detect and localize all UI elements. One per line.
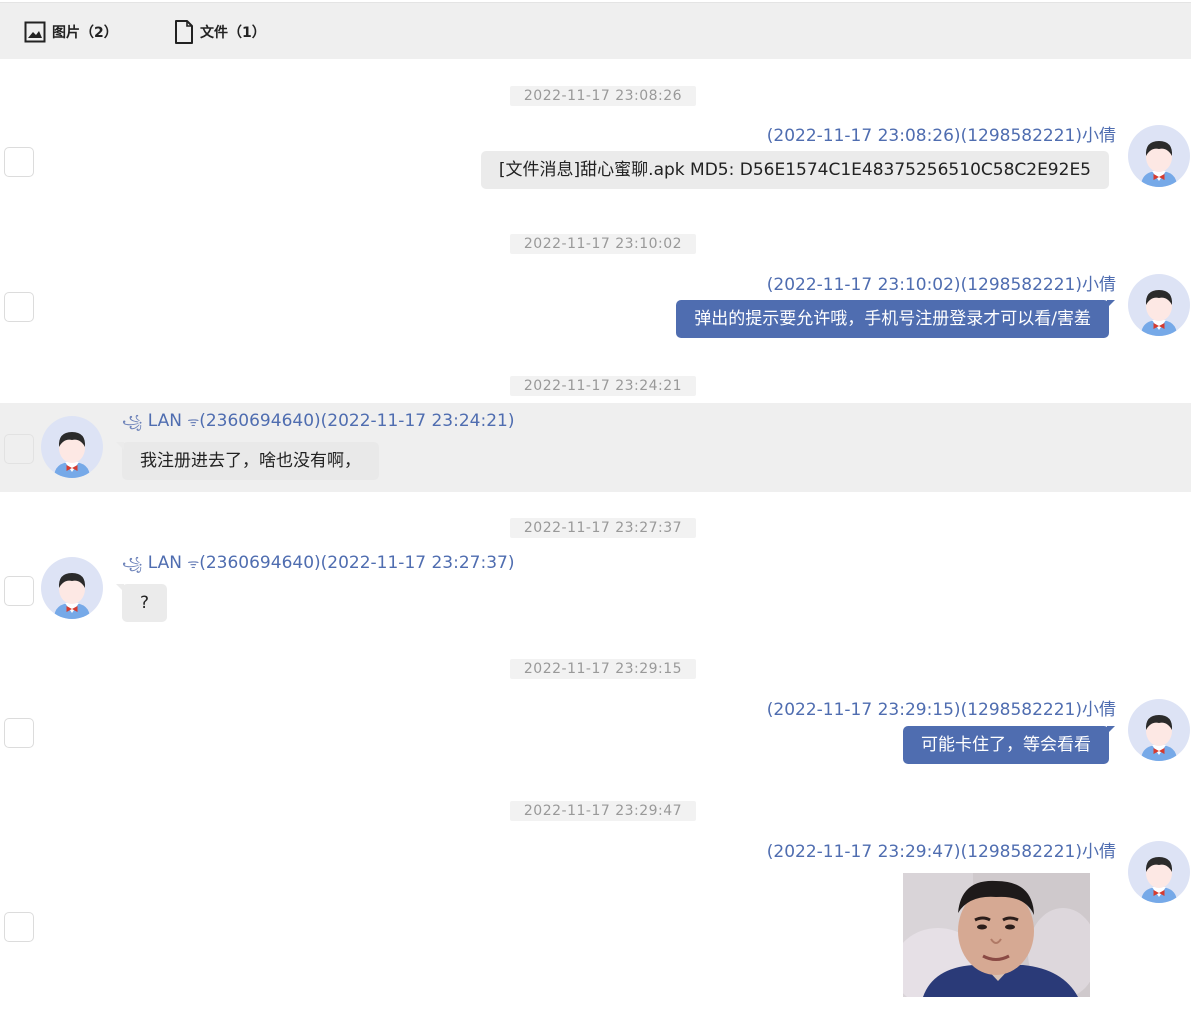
avatar-icon: [54, 573, 90, 619]
avatar[interactable]: [1128, 274, 1190, 336]
image-icon: [24, 21, 46, 42]
images-tab-button[interactable]: 图片（2）: [24, 3, 118, 60]
images-tab-label: 图片（2）: [52, 24, 118, 41]
message-select-checkbox[interactable]: [4, 292, 34, 322]
avatar[interactable]: [1128, 841, 1190, 903]
message-sender-info: (2022-11-17 23:10:02)(1298582221)小倩: [766, 275, 1116, 295]
avatar[interactable]: [41, 416, 103, 478]
message-timestamp: 2022-11-17 23:24:21: [510, 376, 696, 396]
message-timestamp: 2022-11-17 23:27:37: [510, 518, 696, 538]
file-icon: [175, 19, 193, 44]
message-select-checkbox[interactable]: [4, 434, 34, 464]
avatar[interactable]: [41, 557, 103, 619]
message-sender-info: (2022-11-17 23:08:26)(1298582221)小倩: [766, 126, 1116, 146]
files-tab-button[interactable]: 文件（1）: [174, 3, 266, 60]
message-sender-info: (2022-11-17 23:29:47)(1298582221)小倩: [766, 842, 1116, 862]
nickname-decoration-icon: ᯤ: [187, 415, 200, 430]
message-bubble[interactable]: 我注册进去了，啥也没有啊，: [116, 442, 379, 480]
message-sender-info: ꧁ LAN ᯤ(2360694640)(2022-11-17 23:27:37): [122, 553, 514, 580]
message-select-checkbox[interactable]: [4, 912, 34, 942]
message-bubble[interactable]: [文件消息]甜心蜜聊.apk MD5: D56E1574C1E483752565…: [480, 151, 1109, 189]
message-timestamp: 2022-11-17 23:29:15: [510, 659, 696, 679]
nickname-decoration-icon: ᯤ: [187, 557, 200, 572]
avatar-icon: [1141, 290, 1177, 336]
message-select-checkbox[interactable]: [4, 147, 34, 177]
avatar[interactable]: [1128, 699, 1190, 761]
image-message-photo[interactable]: [903, 873, 1090, 997]
avatar[interactable]: [1128, 125, 1190, 187]
message-sender-info: ꧁ LAN ᯤ(2360694640)(2022-11-17 23:24:21): [122, 411, 514, 438]
message-select-checkbox[interactable]: [4, 718, 34, 748]
avatar-icon: [54, 432, 90, 478]
message-sender-info: (2022-11-17 23:29:15)(1298582221)小倩: [766, 700, 1116, 720]
message-select-checkbox[interactable]: [4, 576, 34, 606]
nickname-decoration-icon: ꧁: [122, 415, 143, 430]
nickname-decoration-icon: ꧁: [122, 557, 143, 572]
avatar-icon: [1141, 857, 1177, 903]
sender-name: LAN: [147, 553, 182, 573]
sender-name: LAN: [147, 411, 182, 431]
sender-id-time: (2360694640)(2022-11-17 23:24:21): [199, 411, 515, 431]
avatar-icon: [1141, 141, 1177, 187]
sender-id-time: (2360694640)(2022-11-17 23:27:37): [199, 553, 515, 573]
files-tab-label: 文件（1）: [200, 24, 266, 41]
photo-image: [903, 873, 1090, 997]
message-timestamp: 2022-11-17 23:10:02: [510, 234, 696, 254]
message-bubble[interactable]: ?: [115, 584, 168, 622]
avatar-icon: [1141, 715, 1177, 761]
media-toolbar: 图片（2） 文件（1）: [0, 2, 1191, 59]
message-bubble[interactable]: 可能卡住了，等会看看: [903, 726, 1115, 764]
message-timestamp: 2022-11-17 23:08:26: [510, 86, 696, 106]
message-timestamp: 2022-11-17 23:29:47: [510, 801, 696, 821]
message-bubble[interactable]: 弹出的提示要允许哦，手机号注册登录才可以看/害羞: [676, 300, 1115, 338]
